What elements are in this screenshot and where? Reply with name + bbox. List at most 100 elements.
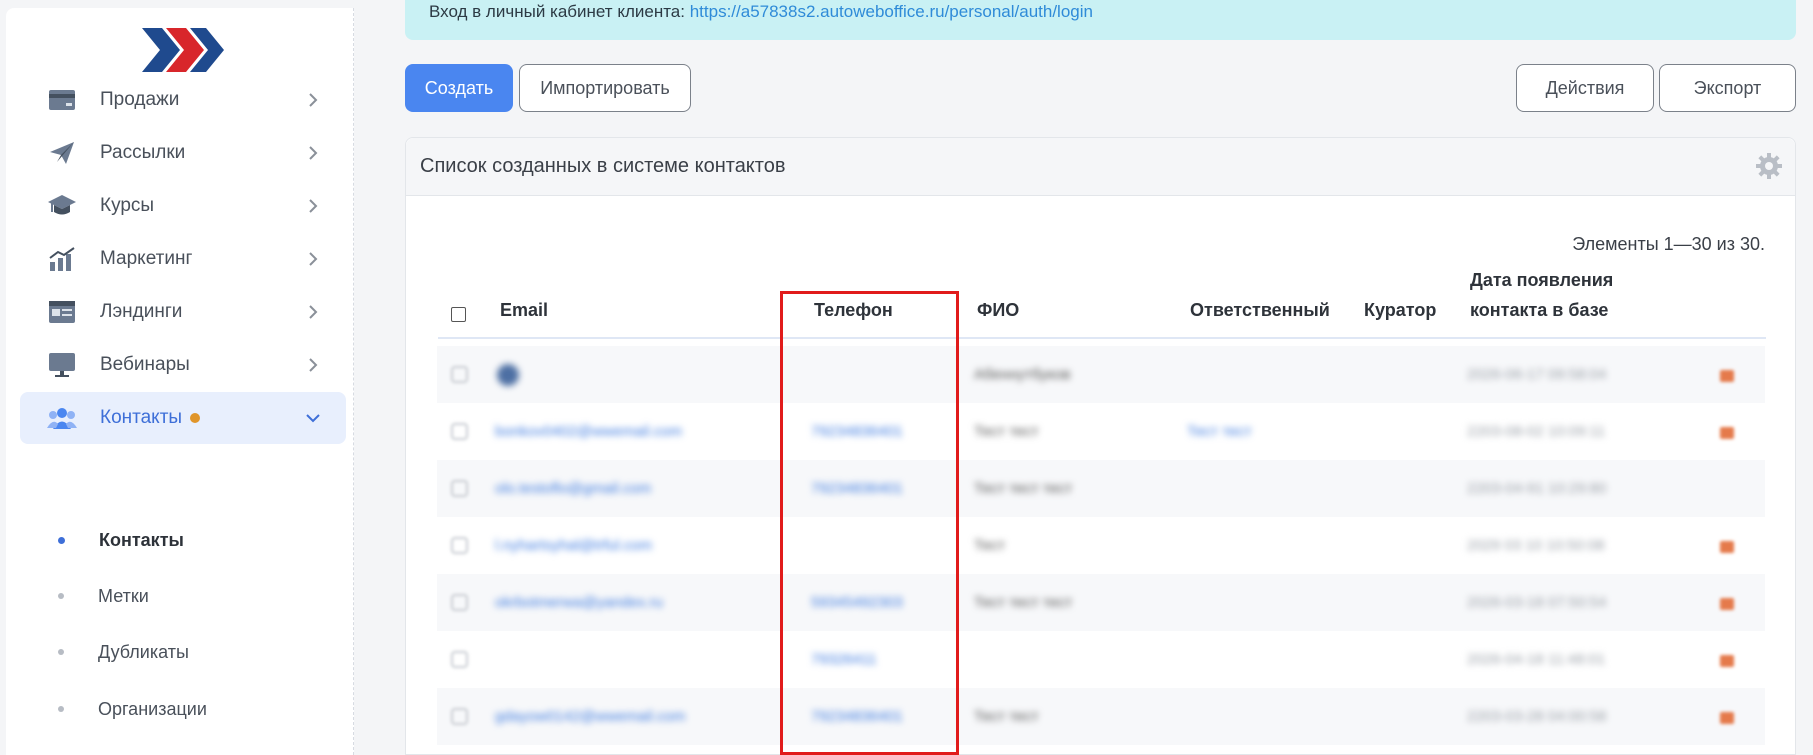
sidebar-item-label: Вебинары [100, 354, 190, 375]
cell-date: 2203-03-28 04:00:58 [1467, 708, 1607, 725]
table-row[interactable]: Абеннутбуков 2026-06-17 09:58:04 [437, 346, 1765, 403]
select-all-checkbox[interactable] [451, 307, 466, 322]
sidebar-item-label: Продажи [100, 89, 180, 110]
sidebar-item-mailings[interactable]: Рассылки [20, 127, 346, 179]
avatar [497, 364, 519, 386]
row-checkbox[interactable] [451, 651, 468, 668]
cell-date: 2029 03 10 10:50:08 [1467, 537, 1605, 554]
sidebar-item-webinars[interactable]: Вебинары [20, 339, 346, 391]
table-row[interactable]: gdayow0142@wwemail.com 79234836401 Тест … [437, 688, 1765, 745]
row-checkbox[interactable] [451, 423, 468, 440]
cell-email[interactable]: l.nyhartsyhal@trful.com [495, 537, 652, 554]
chevron-right-icon [309, 199, 318, 213]
chevron-right-icon [309, 358, 318, 372]
column-email[interactable]: Email [500, 295, 548, 325]
bullet-icon [58, 593, 64, 599]
gear-icon[interactable] [1755, 152, 1783, 180]
cell-email[interactable]: okrbotmerwa@yandex.ru [495, 594, 663, 611]
export-button[interactable]: Экспорт [1659, 64, 1796, 112]
delete-icon[interactable] [1720, 541, 1734, 553]
users-icon [44, 400, 80, 436]
chevron-down-icon [306, 414, 320, 423]
table-row[interactable]: l.nyhartsyhal@trful.com Тест 2029 03 10 … [437, 517, 1765, 574]
actions-button[interactable]: Действия [1516, 64, 1654, 112]
cell-fio: Тест тест [974, 423, 1039, 440]
banner-text: Вход в личный кабинет клиента: [429, 2, 685, 21]
table-row[interactable]: 79326411 2026-04-18 11:48:01 [437, 631, 1765, 688]
sidebar-item-marketing[interactable]: Маркетинг [20, 233, 346, 285]
sidebar-item-label: Маркетинг [100, 248, 193, 269]
create-button[interactable]: Создать [405, 64, 513, 112]
bullet-icon [58, 706, 64, 712]
cell-date: 2026-04-18 11:48:01 [1467, 651, 1606, 668]
notification-dot [190, 412, 201, 423]
row-checkbox[interactable] [451, 594, 468, 611]
sidebar-item-label: Курсы [100, 195, 155, 216]
subitem-duplicates[interactable]: Дубликаты [58, 637, 189, 667]
sidebar: Продажи Рассылки Курсы Маркетинг Лэндинг… [6, 8, 354, 755]
cell-phone[interactable]: 79234836401 [811, 708, 903, 725]
subitem-contacts[interactable]: Контакты [58, 525, 184, 555]
delete-icon[interactable] [1720, 370, 1734, 382]
table-row[interactable]: bonkov0402@wwemail.com 79234836401 Тест … [437, 403, 1765, 460]
subitem-label: Дубликаты [98, 641, 189, 662]
cell-phone[interactable]: 59345492303 [811, 594, 903, 611]
row-checkbox[interactable] [451, 708, 468, 725]
logo-icon[interactable] [136, 22, 226, 78]
chart-growth-icon [44, 241, 80, 277]
cell-fio: Тест тест тест [974, 594, 1073, 611]
delete-icon[interactable] [1720, 655, 1734, 667]
bullet-icon [58, 649, 64, 655]
cell-email[interactable]: bonkov0402@wwemail.com [495, 423, 682, 440]
cell-date: 2026-06-17 09:58:04 [1467, 366, 1607, 383]
table-header: Email Телефон ФИО Ответственный Куратор … [438, 270, 1766, 339]
column-date-line2[interactable]: контакта в базе [1470, 295, 1608, 325]
app-window: Продажи Рассылки Курсы Маркетинг Лэндинг… [0, 0, 1813, 755]
row-checkbox[interactable] [451, 537, 468, 554]
cell-fio: Тест тест [974, 708, 1039, 725]
cell-fio: Тест [974, 537, 1006, 554]
cell-phone[interactable]: 79234836401 [811, 423, 903, 440]
delete-icon[interactable] [1720, 427, 1734, 439]
column-responsible[interactable]: Ответственный [1190, 295, 1330, 325]
table-row[interactable]: olo.testoflo@gmail.com 79234836401 Тест … [437, 460, 1765, 517]
card-icon [44, 82, 80, 118]
sidebar-item-sales[interactable]: Продажи [20, 74, 346, 126]
portal-link[interactable]: https://a57838s2.autoweboffice.ru/person… [690, 2, 1093, 21]
delete-icon[interactable] [1720, 712, 1734, 724]
table-row[interactable]: okrbotmerwa@yandex.ru 59345492303 Тест т… [437, 574, 1765, 631]
cell-phone[interactable]: 79326411 [811, 651, 877, 668]
graduation-cap-icon [44, 188, 80, 224]
column-fio[interactable]: ФИО [977, 295, 1019, 325]
row-checkbox[interactable] [451, 480, 468, 497]
pagination-summary: Элементы 1—30 из 30. [1572, 234, 1765, 254]
chevron-right-icon [309, 305, 318, 319]
subitem-organizations[interactable]: Организации [58, 694, 207, 724]
sidebar-item-contacts[interactable]: Контакты [20, 392, 346, 444]
paper-plane-icon [44, 135, 80, 171]
sidebar-item-label: Лэндинги [100, 301, 183, 322]
cell-responsible[interactable]: Тест тест [1187, 423, 1252, 440]
import-button[interactable]: Импортировать [519, 64, 691, 112]
cell-email[interactable]: olo.testoflo@gmail.com [495, 480, 651, 497]
panel-title: Список созданных в системе контактов [420, 155, 786, 177]
cell-date: 2203-04-91 10:29:80 [1467, 480, 1607, 497]
chevron-right-icon [309, 93, 318, 107]
subitem-label: Метки [98, 585, 149, 606]
sidebar-item-label: Контакты [100, 407, 201, 429]
row-checkbox[interactable] [451, 366, 468, 383]
cell-email[interactable]: gdayow0142@wwemail.com [495, 708, 685, 725]
column-curator[interactable]: Куратор [1364, 295, 1436, 325]
sidebar-item-courses[interactable]: Курсы [20, 180, 346, 232]
subitem-tags[interactable]: Метки [58, 581, 149, 611]
cell-date: 2203-08-02 10:09:11 [1467, 423, 1606, 440]
delete-icon[interactable] [1720, 598, 1734, 610]
cell-fio: Абеннутбуков [974, 366, 1071, 383]
cell-phone[interactable]: 79234836401 [811, 480, 903, 497]
cell-date: 2026-03-18 07:50:54 [1467, 594, 1607, 611]
landing-page-icon [44, 294, 80, 330]
sidebar-item-landings[interactable]: Лэндинги [20, 286, 346, 338]
column-date-line1[interactable]: Дата появления [1470, 265, 1613, 295]
cell-fio: Тест тест тест [974, 480, 1073, 497]
column-phone[interactable]: Телефон [814, 295, 893, 325]
